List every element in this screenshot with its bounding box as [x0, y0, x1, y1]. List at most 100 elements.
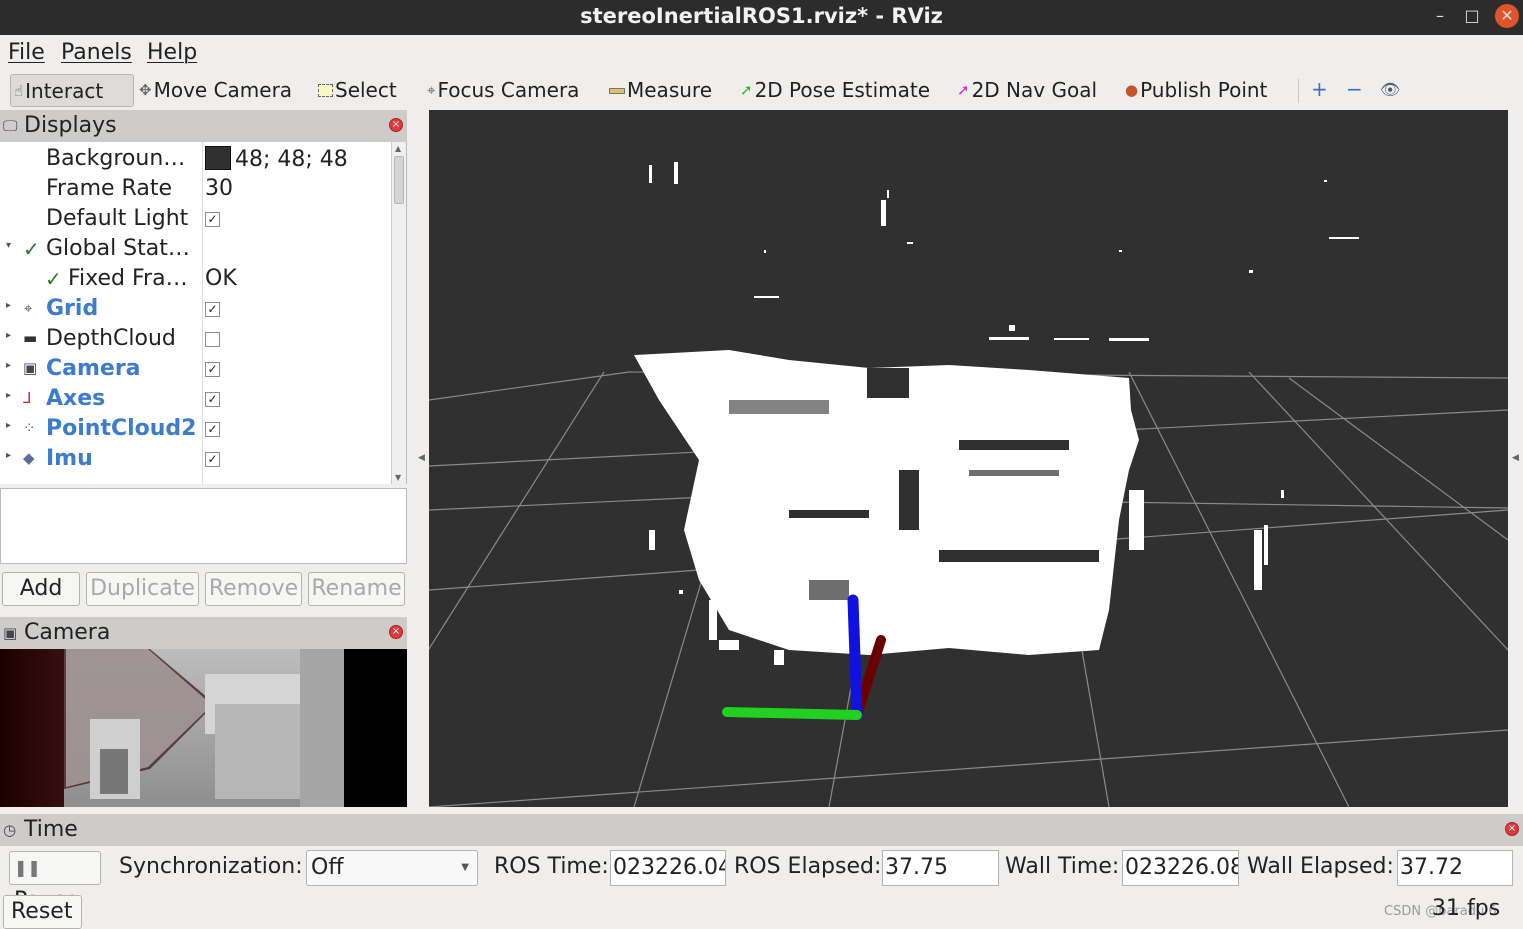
select-box-icon: [318, 84, 333, 97]
camera-checkbox[interactable]: ✓: [205, 362, 220, 377]
background-label: Backgroun…: [46, 146, 186, 171]
add-tool-icon[interactable]: +: [1311, 77, 1328, 101]
minimize-button[interactable]: –: [1428, 4, 1452, 28]
display-row-frame-rate[interactable]: Frame Rate 30: [0, 174, 390, 204]
grid-checkbox[interactable]: ✓: [205, 302, 220, 317]
expand-arrow-icon[interactable]: ▸: [6, 420, 11, 431]
monitor-icon: 🖵: [3, 117, 18, 135]
pointcloud2-label: PointCloud2: [46, 416, 197, 441]
displays-tree[interactable]: Backgroun… 48; 48; 48 Frame Rate 30 Defa…: [0, 142, 407, 484]
expand-arrow-icon[interactable]: ▸: [6, 360, 11, 371]
display-row-pointcloud2[interactable]: ▸ ⁘ PointCloud2 ✓: [0, 414, 390, 444]
display-row-depthcloud[interactable]: ▸ ▬ DepthCloud: [0, 324, 390, 354]
axes-icon: ⅃: [23, 389, 32, 407]
nav-goal-tool[interactable]: ➚ 2D Nav Goal: [957, 74, 1097, 107]
display-row-camera[interactable]: ▸ ▣ Camera ✓: [0, 354, 390, 384]
display-row-imu[interactable]: ▸ ◆ Imu ✓: [0, 444, 390, 474]
time-panel-header: ◷ Time: [0, 814, 1523, 846]
remove-button[interactable]: Remove: [205, 572, 302, 606]
depthcloud-checkbox[interactable]: [205, 332, 220, 347]
expand-arrow-icon[interactable]: ▸: [6, 450, 11, 461]
color-swatch: [205, 146, 231, 170]
collapse-right-icon[interactable]: ◀: [1512, 453, 1519, 463]
frame-rate-label: Frame Rate: [46, 176, 172, 201]
focus-camera-label: Focus Camera: [437, 78, 580, 102]
measure-tool[interactable]: Measure: [609, 74, 712, 107]
scroll-down-icon[interactable]: ▼: [395, 473, 401, 482]
ros-time-field[interactable]: 023226.04: [610, 850, 726, 886]
ok-check-icon: ✓: [45, 267, 62, 291]
axes-checkbox[interactable]: ✓: [205, 392, 220, 407]
3d-render-view[interactable]: [429, 110, 1508, 807]
eye-icon[interactable]: 👁: [1380, 80, 1400, 99]
pause-button[interactable]: ❚❚Pause: [9, 851, 101, 913]
display-row-fixed-frame[interactable]: ✓ Fixed Fra… OK: [0, 264, 390, 294]
menu-panels[interactable]: Panels: [61, 40, 132, 65]
default-light-checkbox[interactable]: ✓: [205, 212, 220, 227]
camera-image-view[interactable]: [0, 649, 407, 807]
expand-arrow-icon[interactable]: ▾: [6, 240, 11, 251]
pose-estimate-tool[interactable]: ➚ 2D Pose Estimate: [740, 74, 930, 107]
expand-arrow-icon[interactable]: ▸: [6, 300, 11, 311]
grid-label: Grid: [46, 296, 99, 321]
move-icon: ✥: [139, 81, 152, 99]
wall-elapsed-field[interactable]: 37.72: [1397, 850, 1513, 886]
background-value[interactable]: 48; 48; 48: [205, 146, 348, 172]
add-button[interactable]: Add: [2, 572, 80, 606]
camera-close-icon[interactable]: ×: [389, 625, 403, 639]
duplicate-button[interactable]: Duplicate: [86, 572, 199, 606]
display-row-grid[interactable]: ▸ ⌖ Grid ✓: [0, 294, 390, 324]
time-panel-title: Time: [24, 817, 78, 842]
publish-point-tool[interactable]: ● Publish Point: [1125, 74, 1267, 107]
wall-elapsed-label: Wall Elapsed:: [1247, 854, 1394, 879]
map-pin-icon: ●: [1125, 81, 1139, 99]
expand-arrow-icon[interactable]: ▸: [6, 390, 11, 401]
ok-check-icon: ✓: [23, 237, 40, 261]
ros-elapsed-field[interactable]: 37.75: [882, 850, 999, 886]
axes-label: Axes: [46, 386, 106, 411]
pointcloud2-checkbox[interactable]: ✓: [205, 422, 220, 437]
rename-button[interactable]: Rename: [308, 572, 405, 606]
imu-checkbox[interactable]: ✓: [205, 452, 220, 467]
scroll-up-icon[interactable]: ▲: [395, 144, 401, 153]
ros-time-label: ROS Time:: [494, 854, 609, 879]
display-row-background[interactable]: Backgroun… 48; 48; 48: [0, 144, 390, 174]
interact-tool[interactable]: ☝ Interact: [10, 74, 134, 107]
menu-help[interactable]: Help: [147, 40, 197, 65]
reset-button[interactable]: Reset: [3, 895, 82, 929]
remove-tool-icon[interactable]: −: [1346, 77, 1363, 101]
collapse-left-icon[interactable]: ◀: [418, 453, 425, 463]
expand-arrow-icon[interactable]: ▸: [6, 330, 11, 341]
ros-elapsed-label: ROS Elapsed:: [734, 854, 882, 879]
hand-icon: ☝: [14, 82, 24, 100]
clock-icon: ◷: [3, 821, 17, 839]
toolbar: ☝ Interact ✥ Move Camera Select ⌖ Focus Cam…: [0, 71, 1523, 111]
wall-time-label: Wall Time:: [1005, 854, 1120, 879]
nav-goal-label: 2D Nav Goal: [971, 78, 1098, 102]
publish-point-label: Publish Point: [1140, 78, 1268, 102]
close-window-button[interactable]: ✕: [1495, 4, 1519, 28]
time-close-icon[interactable]: ×: [1505, 822, 1519, 836]
display-row-default-light[interactable]: Default Light ✓: [0, 204, 390, 234]
sync-value: Off: [311, 855, 344, 880]
wall-time-field[interactable]: 023226.08: [1122, 850, 1239, 886]
toolbar-separator: [1298, 79, 1299, 103]
sync-select[interactable]: Off ▼: [306, 850, 478, 886]
focus-camera-tool[interactable]: ⌖ Focus Camera: [427, 74, 579, 107]
fixed-frame-value: OK: [205, 266, 237, 291]
move-camera-tool[interactable]: ✥ Move Camera: [139, 74, 292, 107]
global-status-label: Global Stat…: [46, 236, 190, 261]
imu-label: Imu: [46, 446, 93, 471]
nav-arrow-icon: ➚: [957, 81, 970, 99]
frame-rate-value[interactable]: 30: [205, 176, 233, 201]
display-row-global-status[interactable]: ▾ ✓ Global Stat…: [0, 234, 390, 264]
scrollbar-thumb[interactable]: [394, 156, 404, 204]
display-row-axes[interactable]: ▸ ⅃ Axes ✓: [0, 384, 390, 414]
menu-file[interactable]: File: [8, 40, 45, 65]
tree-scrollbar[interactable]: ▲ ▼: [391, 142, 406, 484]
camera-image: [0, 649, 407, 807]
displays-close-icon[interactable]: ×: [389, 118, 403, 132]
camera-icon: ▣: [3, 624, 18, 642]
maximize-button[interactable]: □: [1460, 4, 1484, 28]
select-tool[interactable]: Select: [318, 74, 397, 107]
